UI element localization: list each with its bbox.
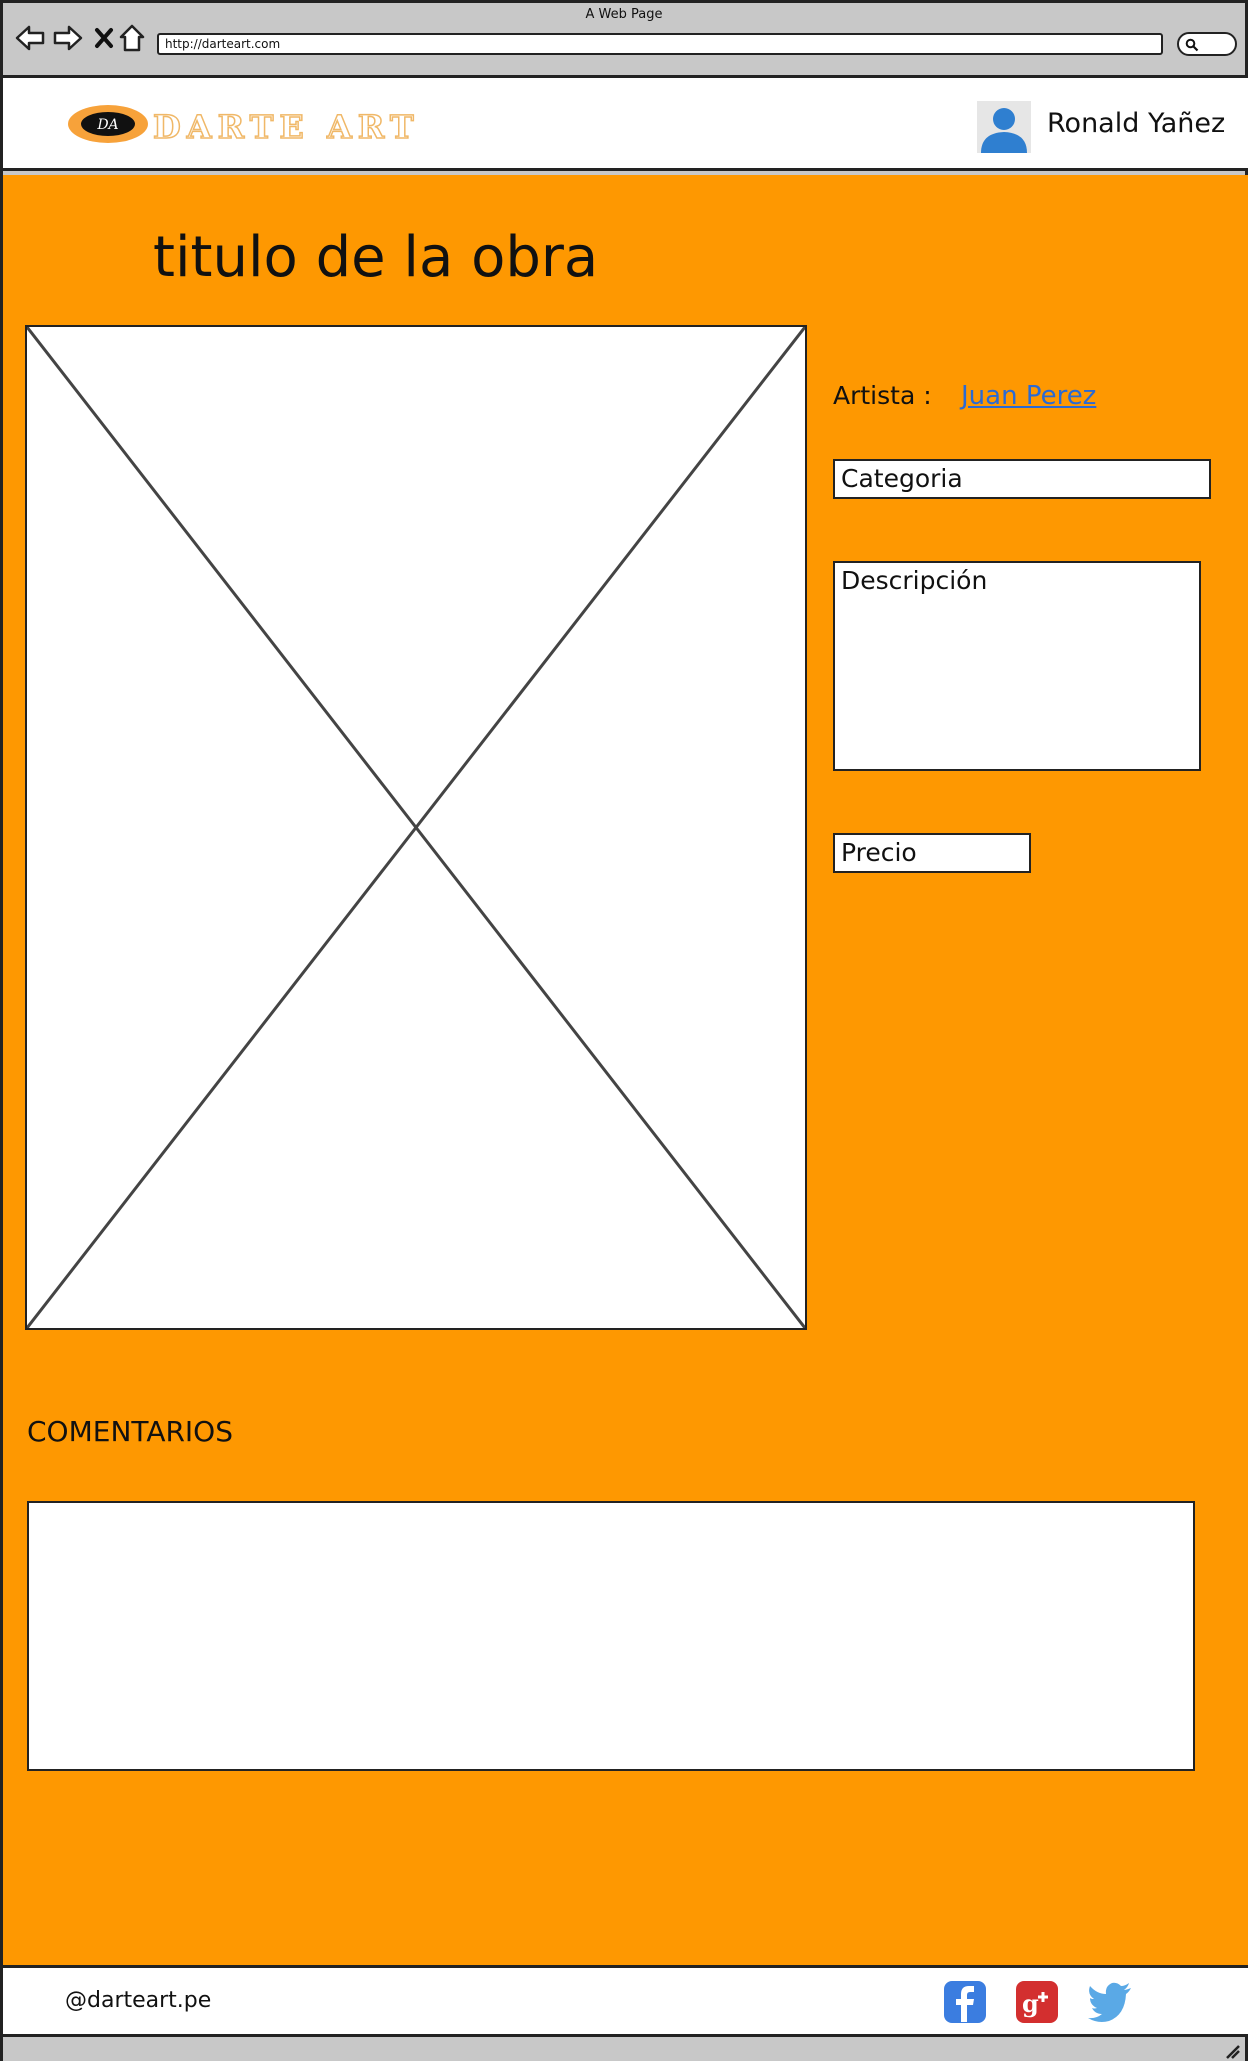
search-icon	[1185, 38, 1199, 52]
comments-box[interactable]	[27, 1501, 1195, 1771]
artist-label: Artista :	[833, 381, 932, 410]
social-handle: @darteart.pe	[65, 1988, 212, 2013]
svg-text:g: g	[1022, 1989, 1039, 2018]
price-field: Precio	[833, 833, 1031, 873]
site-footer: @darteart.pe g	[3, 1965, 1248, 2037]
user-name[interactable]: Ronald Yañez	[1047, 108, 1225, 139]
resize-grip-icon[interactable]	[1223, 2043, 1241, 2059]
back-icon[interactable]	[15, 23, 45, 53]
browser-toolbar: A Web Page http://darteart.com	[3, 3, 1245, 73]
logo-monogram: DA	[96, 117, 118, 133]
artwork-image-placeholder	[25, 325, 807, 1330]
facebook-icon[interactable]	[943, 1980, 987, 2024]
artwork-title: titulo de la obra	[153, 225, 599, 290]
home-icon[interactable]	[117, 23, 147, 53]
url-input[interactable]: http://darteart.com	[157, 33, 1163, 55]
window-title: A Web Page	[585, 7, 663, 22]
browser-search-input[interactable]	[1177, 32, 1237, 56]
forward-icon[interactable]	[53, 23, 83, 53]
description-field: Descripción	[833, 561, 1201, 771]
twitter-icon[interactable]	[1087, 1980, 1133, 2024]
google-plus-icon[interactable]: g	[1015, 1980, 1059, 2024]
comments-heading: COMENTARIOS	[27, 1415, 233, 1448]
site-logo[interactable]: DA	[67, 104, 149, 144]
user-avatar-icon[interactable]	[977, 101, 1031, 153]
stop-icon[interactable]	[89, 23, 119, 53]
browser-status-bar	[3, 2039, 1245, 2061]
browser-window: A Web Page http://darteart.com DA DARTE …	[0, 0, 1248, 2061]
category-field: Categoria	[833, 459, 1211, 499]
artist-link[interactable]: Juan Perez	[961, 381, 1096, 411]
site-header: DA DARTE ART Ronald Yañez	[3, 75, 1248, 171]
artwork-detail: titulo de la obra Artista : Juan Perez C…	[3, 175, 1248, 1965]
site-brand[interactable]: DARTE ART	[152, 107, 420, 147]
